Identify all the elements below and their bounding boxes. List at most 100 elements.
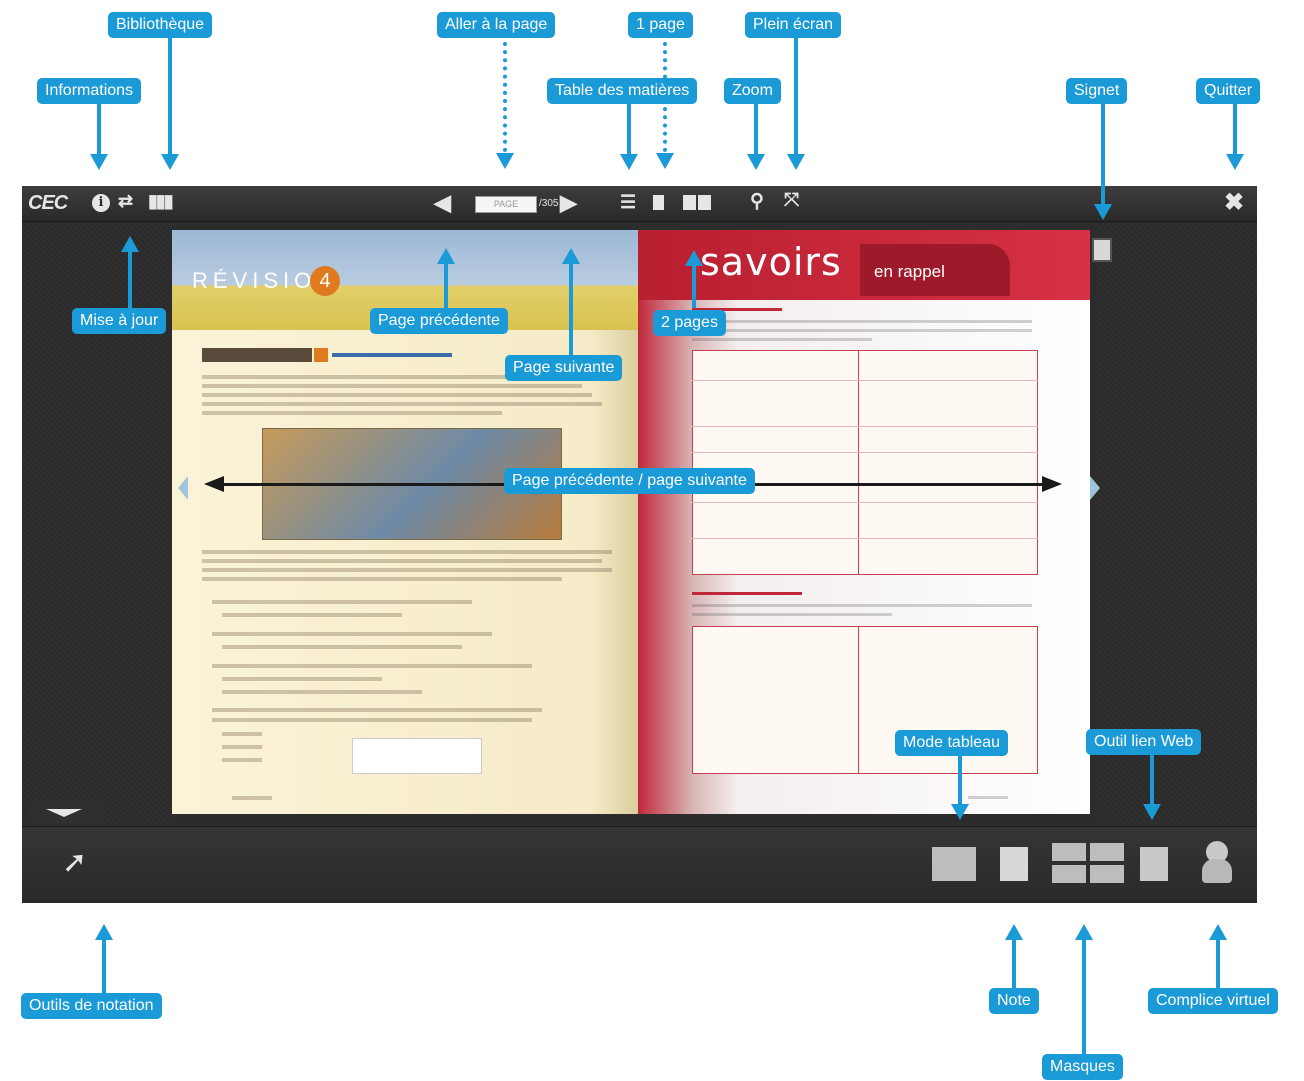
fullscreen-icon[interactable]: ⤧ [784, 190, 799, 212]
pointer-line [692, 264, 696, 308]
sync-icon[interactable]: ⇄ [118, 191, 133, 212]
pointer-line [1082, 938, 1086, 1054]
label-aller-page: Aller à la page [437, 12, 556, 38]
text-line [222, 613, 402, 617]
label-mode-tableau: Mode tableau [895, 730, 1008, 756]
text-line [222, 732, 262, 736]
pointer-line [444, 262, 448, 308]
label-bibliotheque: Bibliothèque [108, 12, 213, 38]
cec-logo: CEC [28, 192, 68, 214]
text-line [222, 758, 262, 762]
label-un-page: 1 page [628, 12, 693, 38]
revision-number: 4 [310, 266, 340, 296]
zoom-icon[interactable]: ⚲ [750, 190, 764, 213]
side-note [352, 738, 482, 774]
reader-window: CEC i ⇄ ▮▮▮ ◀ PAGE /305 ▶ ☰ ⚲ ⤧ ✖ RÉVISI… [22, 186, 1257, 903]
pointer-line [102, 938, 106, 993]
pointer-line [1012, 938, 1016, 988]
pointer-icon[interactable]: ➚ [62, 845, 87, 880]
pointer-line [754, 104, 758, 154]
prev-arrow-icon[interactable]: ◀ [434, 190, 451, 216]
text-line [222, 690, 422, 694]
activity-number [314, 348, 328, 362]
label-informations: Informations [37, 78, 142, 104]
page-total: /305 [539, 198, 559, 209]
pointer-arrow [620, 154, 638, 170]
text-line [692, 613, 892, 616]
top-toolbar: CEC i ⇄ ▮▮▮ ◀ PAGE /305 ▶ ☰ ⚲ ⤧ ✖ [22, 186, 1257, 222]
text-line [222, 645, 462, 649]
virtual-assistant-icon[interactable] [1202, 841, 1232, 883]
prev-page-edge-arrow[interactable] [178, 476, 188, 500]
text-line [692, 338, 872, 341]
text-line [222, 745, 262, 749]
collapse-toolbar-button[interactable] [28, 801, 104, 827]
text-line [212, 718, 532, 722]
pointer-line [1216, 938, 1220, 988]
text-line [692, 329, 1032, 332]
web-link-icon[interactable] [1140, 847, 1168, 881]
go-to-page-input[interactable]: PAGE [475, 196, 537, 213]
table-row-line [692, 502, 1038, 503]
text-line [212, 708, 542, 712]
label-deux-pages: 2 pages [653, 310, 726, 336]
text-line [202, 577, 562, 581]
book-spread: RÉVISION 4 savoirs en rappel [172, 230, 1090, 814]
info-icon[interactable]: i [92, 194, 110, 212]
label-outil-lien-web: Outil lien Web [1086, 729, 1202, 755]
pointer-arrow [1226, 154, 1244, 170]
text-line [692, 604, 1032, 607]
one-page-icon[interactable] [653, 195, 664, 210]
board-mode-icon[interactable] [932, 847, 976, 881]
bottom-toolbar: ➚ [22, 826, 1257, 903]
label-complice-virtuel: Complice virtuel [1148, 988, 1278, 1014]
label-outils-notation: Outils de notation [21, 993, 162, 1019]
next-page-edge-arrow[interactable] [1090, 476, 1100, 500]
pointer-line [168, 38, 172, 154]
pointer-arrow [1143, 804, 1161, 820]
next-arrow-icon[interactable]: ▶ [560, 190, 577, 216]
two-pages-icon-right [698, 195, 711, 210]
note-icon[interactable] [1000, 847, 1028, 881]
pointer-line [794, 38, 798, 154]
text-line [212, 664, 532, 668]
text-line [202, 384, 582, 388]
table-divider [858, 626, 859, 774]
text-line [202, 411, 502, 415]
text-line [202, 393, 592, 397]
label-masques: Masques [1042, 1054, 1123, 1080]
activity-header [202, 348, 312, 362]
pointer-line [1233, 104, 1237, 154]
label-page-suivante: Page suivante [505, 355, 623, 381]
toc-icon[interactable]: ☰ [620, 192, 636, 213]
library-icon[interactable]: ▮▮▮ [148, 191, 174, 212]
pointer-line [958, 756, 962, 804]
text-line [212, 632, 492, 636]
pointer-line [627, 104, 631, 154]
text-line [332, 353, 452, 357]
definition-table [692, 350, 1038, 575]
page-footer [232, 796, 272, 800]
pointer-line [97, 104, 101, 154]
pointer-arrow [787, 154, 805, 170]
text-line [202, 550, 612, 554]
section-heading [692, 592, 802, 595]
text-line [692, 320, 1032, 323]
text-line [202, 568, 612, 572]
bookmark-icon[interactable] [1092, 238, 1112, 262]
label-mise-a-jour: Mise à jour [72, 308, 167, 334]
pointer-line [503, 42, 507, 152]
label-page-precedente: Page précédente [370, 308, 508, 334]
close-icon[interactable]: ✖ [1224, 188, 1244, 217]
double-arrow-left [204, 476, 224, 492]
label-plein-ecran: Plein écran [745, 12, 842, 38]
table-divider [858, 350, 859, 575]
pointer-arrow [656, 153, 674, 169]
pointer-arrow [90, 154, 108, 170]
pointer-line [128, 250, 132, 308]
masks-icon[interactable] [1052, 843, 1124, 883]
two-pages-icon[interactable] [683, 195, 696, 210]
pointer-arrow [496, 153, 514, 169]
table-row-line [692, 538, 1038, 539]
table-row-line [692, 380, 1038, 381]
